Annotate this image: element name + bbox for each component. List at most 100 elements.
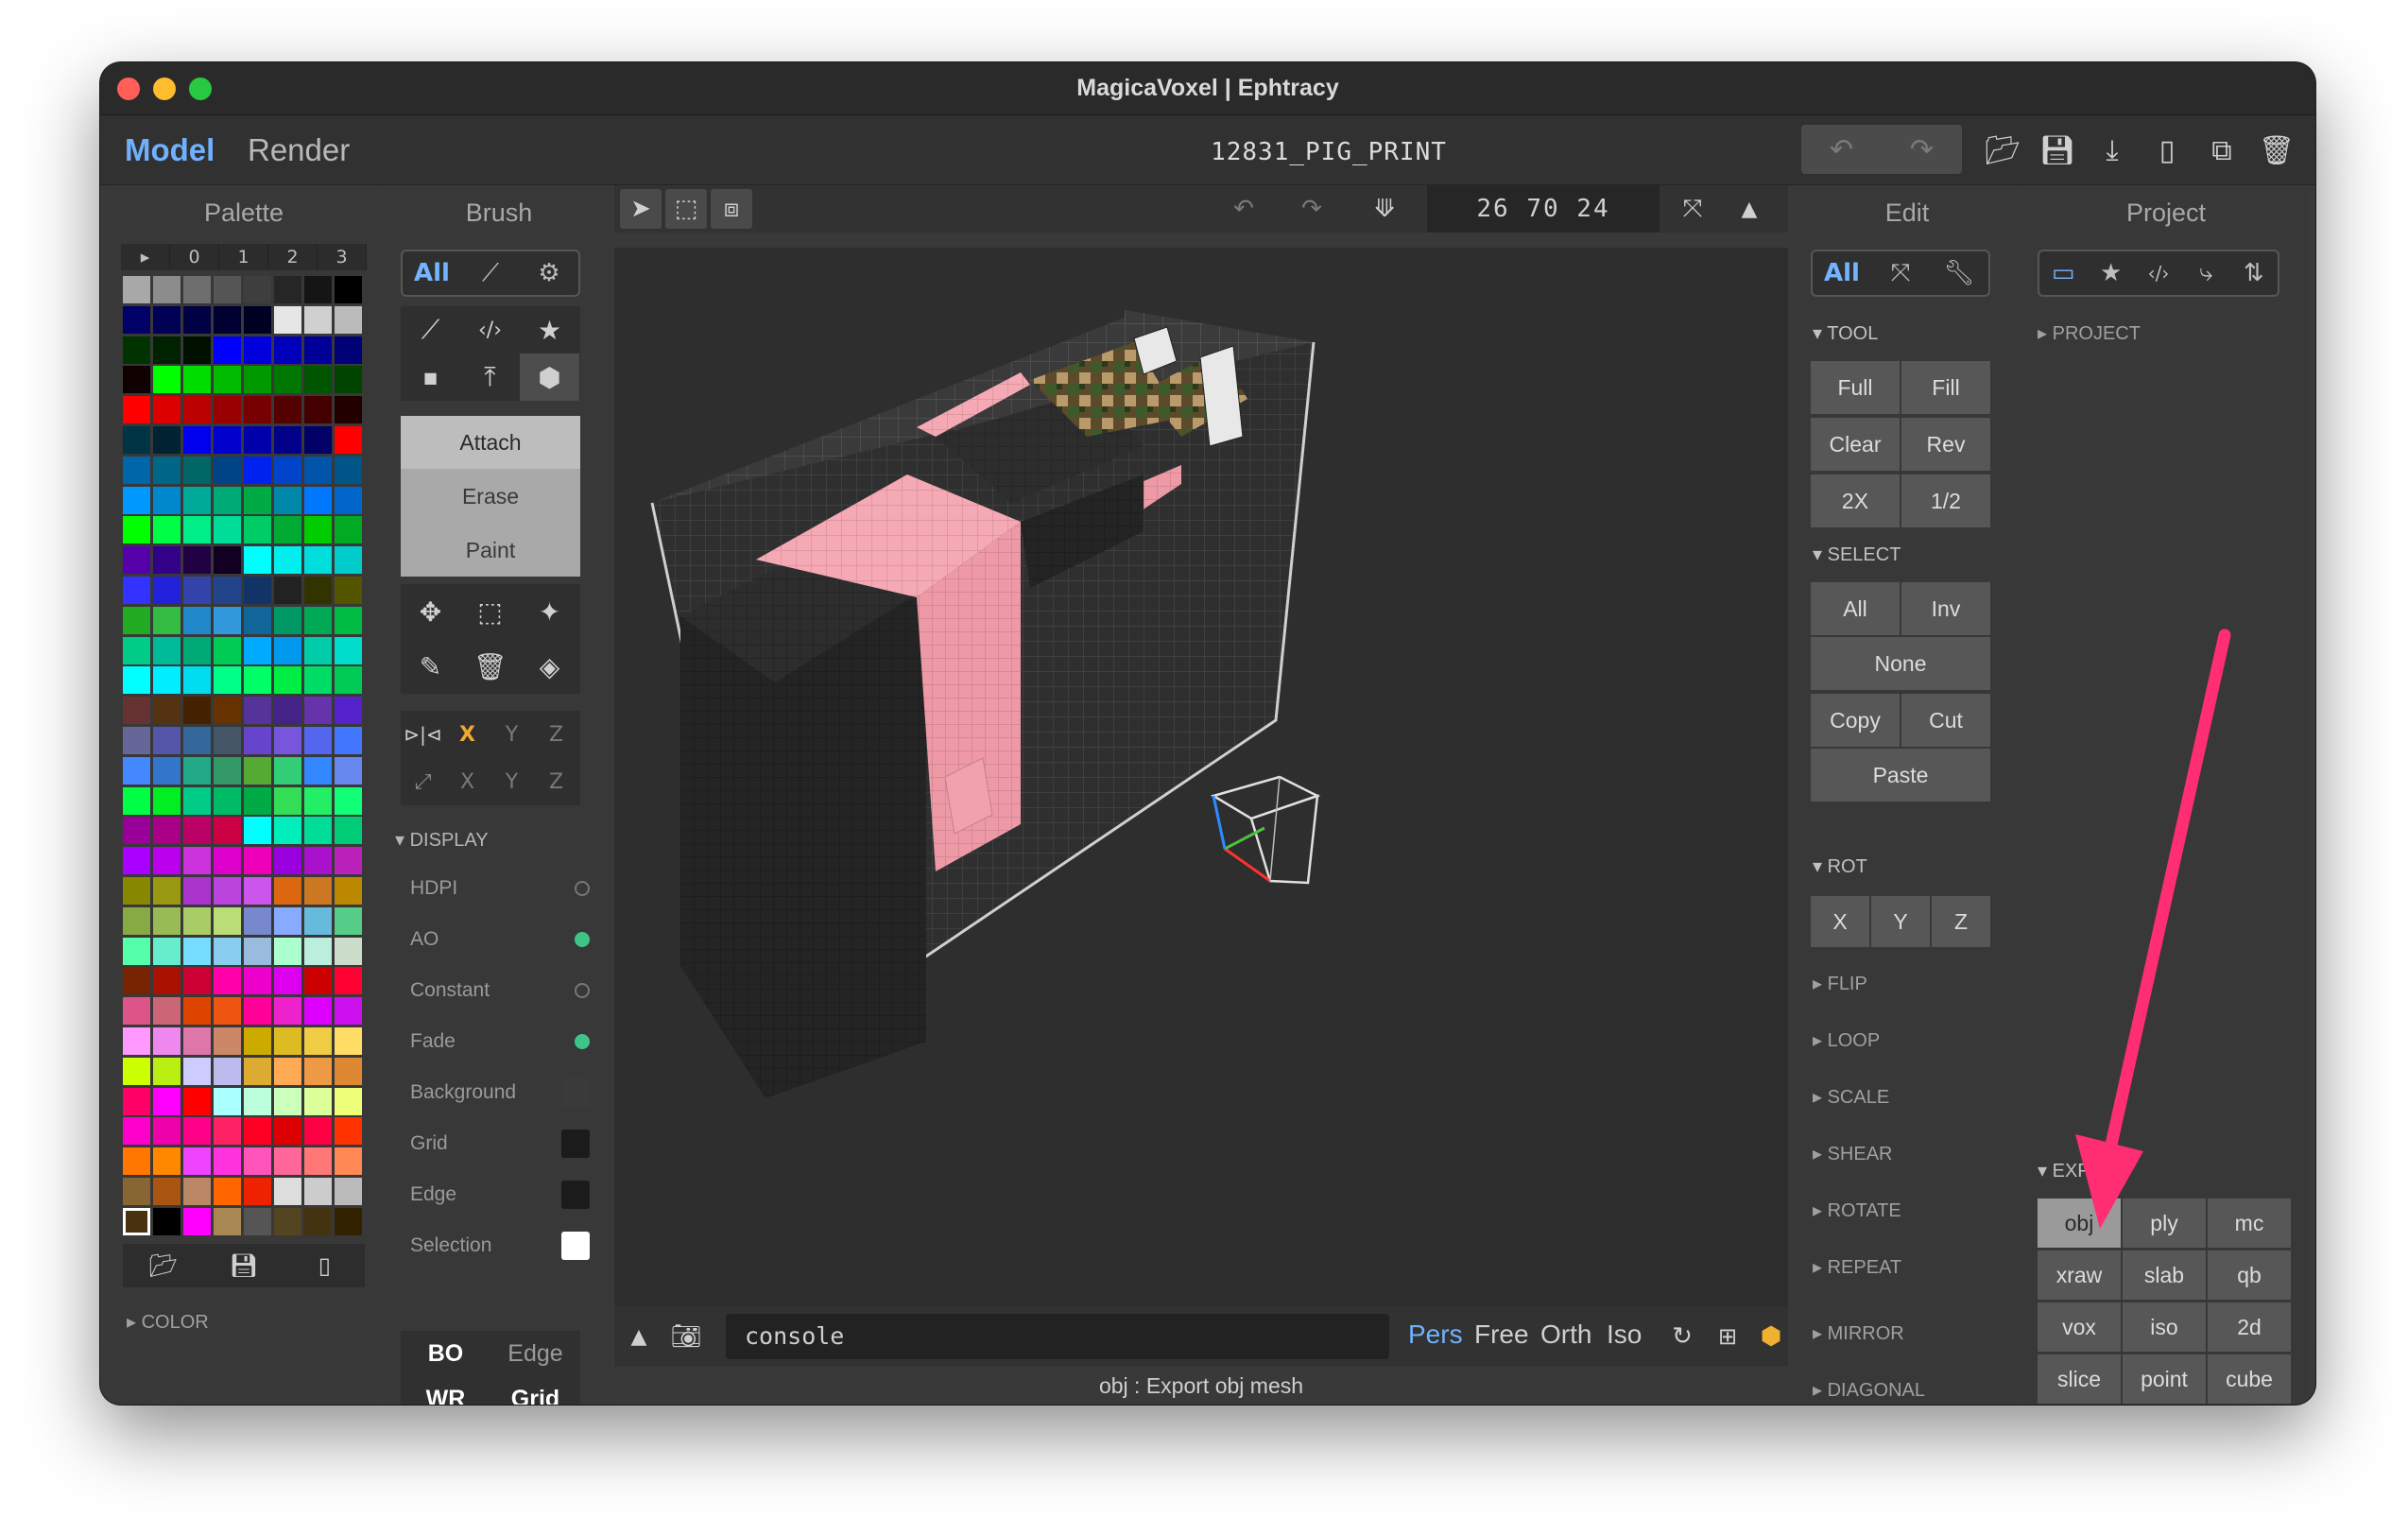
palette-swatch[interactable] xyxy=(304,877,332,905)
palette-page-tab[interactable]: 3 xyxy=(318,244,367,270)
project-star-icon[interactable]: ★ xyxy=(2087,251,2134,295)
tool-button-2x[interactable]: 2X xyxy=(1811,474,1900,527)
palette-swatch[interactable] xyxy=(274,486,301,514)
palette-swatch[interactable] xyxy=(183,1117,211,1146)
palette-swatch[interactable] xyxy=(214,817,241,845)
palette-swatch[interactable] xyxy=(153,366,181,394)
palette-swatch[interactable] xyxy=(214,967,241,995)
select-none-button[interactable]: None xyxy=(1811,637,1990,690)
palette-swatch[interactable] xyxy=(244,1117,271,1146)
palette-swatch[interactable] xyxy=(274,305,301,334)
display-toggle-dot[interactable] xyxy=(575,1034,590,1049)
cut-button[interactable]: Cut xyxy=(1901,694,1990,747)
palette-swatch[interactable] xyxy=(304,847,332,875)
voxel-scene[interactable] xyxy=(614,248,1788,1318)
palette-swatch[interactable] xyxy=(335,877,362,905)
palette-swatch[interactable] xyxy=(183,1087,211,1115)
display-section[interactable]: ▾ DISPLAY xyxy=(395,828,489,852)
palette-swatch[interactable] xyxy=(304,1207,332,1235)
palette-swatch[interactable] xyxy=(183,1178,211,1205)
palette-swatch[interactable] xyxy=(214,906,241,935)
mirror-icon[interactable]: ⊳|⊲ xyxy=(401,711,445,758)
palette-swatch[interactable] xyxy=(153,426,181,454)
display-option[interactable]: Grid xyxy=(410,1125,590,1163)
palette-swatch[interactable] xyxy=(274,577,301,604)
view-mode-orth[interactable]: Orth xyxy=(1540,1319,1591,1350)
palette-swatch[interactable] xyxy=(183,606,211,634)
palette-swatch[interactable] xyxy=(244,1207,271,1235)
palette-swatch[interactable] xyxy=(244,336,271,364)
palette-swatch[interactable] xyxy=(123,967,150,995)
palette-swatch[interactable] xyxy=(123,877,150,905)
collapse-icon[interactable]: ▲ xyxy=(1726,189,1773,229)
palette-swatch[interactable] xyxy=(183,516,211,544)
palette-swatch[interactable] xyxy=(123,786,150,815)
palette-swatch[interactable] xyxy=(244,456,271,484)
tool-button-fill[interactable]: Fill xyxy=(1901,361,1990,414)
brush-mode-all[interactable]: All xyxy=(403,251,461,295)
view-mode-pers[interactable]: Pers xyxy=(1408,1319,1463,1350)
palette-swatch[interactable] xyxy=(214,516,241,544)
edit-wrench-icon[interactable]: 🔧︎ xyxy=(1930,251,1988,295)
palette-swatch[interactable] xyxy=(153,786,181,815)
palette-swatch[interactable] xyxy=(244,577,271,604)
palette-swatch[interactable] xyxy=(244,786,271,815)
section-loop[interactable]: ▸ LOOP xyxy=(1813,1028,1880,1052)
palette-swatch[interactable] xyxy=(335,666,362,695)
palette-swatch[interactable] xyxy=(123,606,150,634)
export-ply-button[interactable]: ply xyxy=(2123,1199,2206,1248)
palette-swatch[interactable] xyxy=(244,1087,271,1115)
palette-swatch[interactable] xyxy=(304,666,332,695)
palette-swatch[interactable] xyxy=(123,336,150,364)
project-tree-icon[interactable]: ⤷ xyxy=(2182,251,2229,295)
view-redo-icon[interactable]: ↷ xyxy=(1289,189,1334,229)
palette-swatch[interactable] xyxy=(244,997,271,1026)
export-xraw-button[interactable]: xraw xyxy=(2038,1250,2121,1300)
palette-swatch[interactable] xyxy=(183,636,211,664)
palette-swatch[interactable] xyxy=(214,1147,241,1176)
palette-page-tab[interactable]: 2 xyxy=(268,244,318,270)
palette-swatch[interactable] xyxy=(304,967,332,995)
palette-swatch[interactable] xyxy=(274,967,301,995)
palette-swatch[interactable] xyxy=(183,546,211,575)
palette-swatch[interactable] xyxy=(123,1207,150,1235)
palette-swatch[interactable] xyxy=(214,697,241,725)
palette-swatch[interactable] xyxy=(274,786,301,815)
rot-y-button[interactable]: Y xyxy=(1871,896,1930,947)
display-option[interactable]: Background xyxy=(410,1074,590,1112)
zoom-button[interactable] xyxy=(189,78,212,100)
palette-swatch[interactable] xyxy=(274,1087,301,1115)
palette-swatch[interactable] xyxy=(274,366,301,394)
palette-swatch[interactable] xyxy=(335,786,362,815)
palette-swatch[interactable] xyxy=(244,727,271,754)
palette-swatch[interactable] xyxy=(214,1207,241,1235)
palette-swatch[interactable] xyxy=(153,697,181,725)
palette-swatch[interactable] xyxy=(183,426,211,454)
palette-new-icon[interactable]: ▯ xyxy=(284,1244,365,1287)
color-picker-icon[interactable]: ✎ xyxy=(401,639,460,694)
color-section[interactable]: ▸ COLOR xyxy=(127,1310,209,1334)
palette-swatch[interactable] xyxy=(335,997,362,1026)
palette-swatch[interactable] xyxy=(335,817,362,845)
palette-save-icon[interactable]: 💾︎ xyxy=(203,1244,284,1287)
rot-section[interactable]: ▾ ROT xyxy=(1813,854,1867,878)
palette-swatch[interactable] xyxy=(304,426,332,454)
palette-swatch[interactable] xyxy=(183,967,211,995)
palette-swatch[interactable] xyxy=(274,426,301,454)
palette-swatch[interactable] xyxy=(304,305,332,334)
palette-swatch[interactable] xyxy=(153,997,181,1026)
reset-view-icon[interactable]: ↻ xyxy=(1665,1318,1699,1355)
project-section[interactable]: ▸ PROJECT xyxy=(2038,321,2141,345)
palette-swatch[interactable] xyxy=(304,697,332,725)
palette-swatch[interactable] xyxy=(335,697,362,725)
palette-open-icon[interactable]: 📂︎ xyxy=(123,1244,203,1287)
voxel-viewport[interactable] xyxy=(614,248,1788,1318)
palette-swatch[interactable] xyxy=(153,1207,181,1235)
export-iso-button[interactable]: iso xyxy=(2123,1302,2206,1352)
palette-swatch[interactable] xyxy=(214,336,241,364)
select-inv-button[interactable]: Inv xyxy=(1901,582,1990,635)
palette-swatch[interactable] xyxy=(244,276,271,303)
voxel-brush-icon[interactable]: ■ xyxy=(401,354,460,401)
bucket-icon[interactable]: ◈ xyxy=(520,639,579,694)
palette-swatch[interactable] xyxy=(244,666,271,695)
